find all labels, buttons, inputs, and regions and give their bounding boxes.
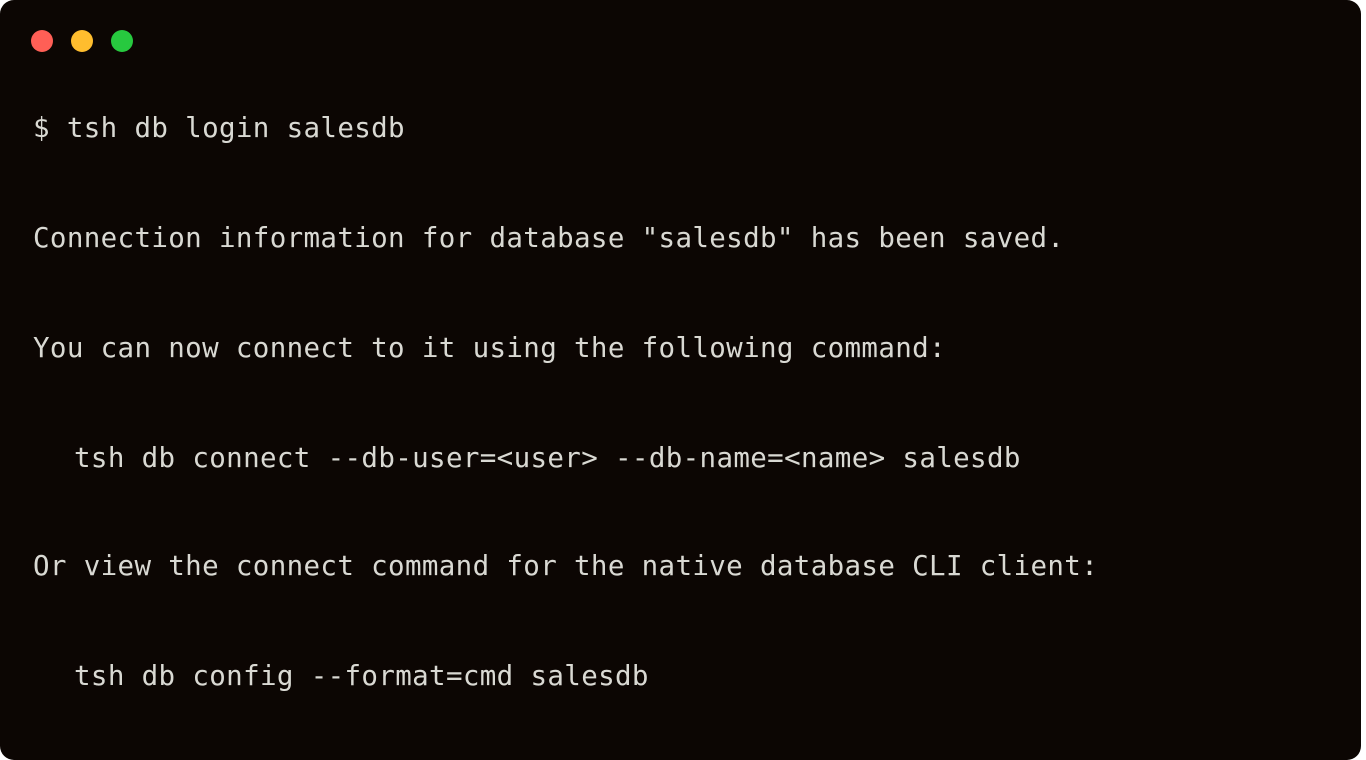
close-button-icon[interactable]: [31, 30, 53, 52]
terminal-line-connect-instruction: You can now connect to it using the foll…: [33, 332, 946, 364]
terminal-line-connect-command: tsh db connect --db-user=<user> --db-nam…: [74, 442, 1021, 474]
terminal-line-config-command: tsh db config --format=cmd salesdb: [74, 660, 649, 692]
terminal-line-saved-confirmation: Connection information for database "sal…: [33, 222, 1065, 254]
terminal-window[interactable]: $ tsh db login salesdb Connection inform…: [0, 0, 1361, 760]
terminal-line-command-input: $ tsh db login salesdb: [33, 112, 405, 144]
terminal-line-native-cli-instruction: Or view the connect command for the nati…: [33, 550, 1099, 582]
maximize-button-icon[interactable]: [111, 30, 133, 52]
terminal-output-area[interactable]: $ tsh db login salesdb Connection inform…: [0, 82, 1361, 760]
window-controls: [31, 30, 133, 52]
minimize-button-icon[interactable]: [71, 30, 93, 52]
titlebar[interactable]: [0, 0, 1361, 82]
